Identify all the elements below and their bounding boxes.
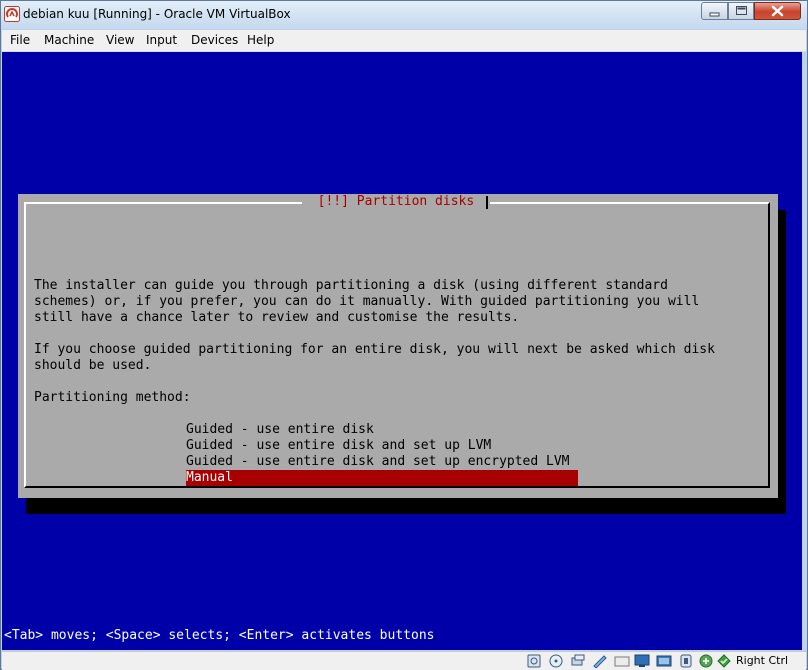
network-icon[interactable]	[614, 654, 630, 668]
keyboard-help-line: <Tab> moves; <Space> selects; <Enter> ac…	[4, 628, 435, 643]
video-capture-icon[interactable]	[656, 654, 672, 668]
description-line-1: The installer can guide you through part…	[34, 278, 668, 293]
usb-icon[interactable]	[570, 654, 586, 668]
maximize-button[interactable]	[728, 2, 754, 20]
window-title: debian kuu [Running] - Oracle VM Virtual…	[23, 7, 291, 21]
menu-input[interactable]: Input	[146, 33, 177, 47]
go-back-button[interactable]: <Go Back>	[66, 502, 136, 518]
menu-bar: File Machine View Input Devices Help	[2, 30, 806, 52]
partition-disks-dialog: [!!] Partition disks The installer can g…	[18, 194, 778, 517]
shared-folders-icon[interactable]	[592, 654, 608, 668]
menu-devices[interactable]: Devices	[191, 33, 238, 47]
option-guided-entire-disk[interactable]: Guided - use entire disk	[186, 422, 578, 438]
guided-info-line-1: If you choose guided partitioning for an…	[34, 342, 715, 357]
dialog-title: [!!] Partition disks	[302, 194, 490, 210]
minimize-button[interactable]	[701, 2, 728, 20]
dialog-title-text: [!!] Partition disks	[317, 194, 475, 209]
description-line-3: still have a chance later to review and …	[34, 310, 520, 325]
virtualbox-window: debian kuu [Running] - Oracle VM Virtual…	[0, 0, 808, 670]
maximize-icon	[736, 6, 747, 15]
menu-view[interactable]: View	[106, 33, 134, 47]
host-key-label: Right Ctrl	[736, 654, 789, 667]
status-bar: Right Ctrl	[2, 651, 806, 670]
mouse-integration-icon[interactable]	[698, 654, 714, 668]
optical-drive-icon[interactable]	[548, 654, 564, 668]
description-line-2: schemes) or, if you prefer, you can do i…	[34, 294, 700, 309]
hard-disk-icon[interactable]	[526, 654, 542, 668]
guided-info-line-2: should be used.	[34, 358, 152, 373]
partitioning-method-label: Partitioning method:	[34, 390, 191, 405]
title-separator-right	[486, 196, 488, 209]
close-button[interactable]	[754, 2, 801, 20]
option-manual-selected[interactable]: Manual	[186, 470, 578, 486]
display-icon[interactable]	[634, 654, 650, 668]
title-bar[interactable]: debian kuu [Running] - Oracle VM Virtual…	[1, 1, 807, 29]
menu-file[interactable]: File	[10, 33, 30, 47]
menu-help[interactable]: Help	[247, 33, 274, 47]
minimize-icon	[709, 12, 720, 17]
option-guided-encrypted-lvm[interactable]: Guided - use entire disk and set up encr…	[186, 454, 578, 470]
close-icon	[771, 5, 784, 17]
cpu-icon[interactable]	[678, 654, 694, 668]
menu-machine[interactable]: Machine	[44, 33, 94, 47]
option-guided-lvm[interactable]: Guided - use entire disk and set up LVM	[186, 438, 578, 454]
virtualbox-app-icon[interactable]	[4, 6, 20, 22]
keyboard-capture-icon[interactable]	[716, 654, 732, 668]
vm-display[interactable]: [!!] Partition disks The installer can g…	[2, 52, 802, 650]
